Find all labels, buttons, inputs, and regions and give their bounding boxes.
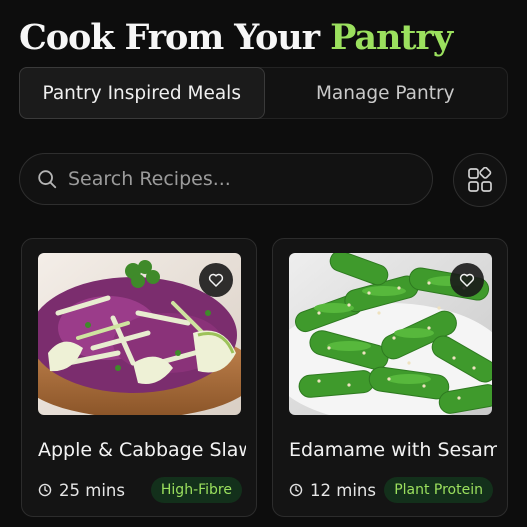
recipe-card[interactable]: Apple & Cabbage Slaw 25 mins High-Fibre <box>21 238 257 517</box>
clock-icon <box>38 483 52 497</box>
tab-bar: Pantry Inspired Meals Manage Pantry <box>19 67 508 119</box>
recipe-tag: High-Fibre <box>150 477 242 503</box>
clock-icon <box>289 483 303 497</box>
recipe-meta: 12 mins Plant Protein <box>289 476 493 504</box>
recipe-tag: Plant Protein <box>384 477 493 503</box>
search-input[interactable] <box>68 168 388 190</box>
heart-icon <box>208 273 224 287</box>
page-title-main: Cook From Your <box>19 17 331 58</box>
recipe-time-label: 12 mins <box>310 480 376 500</box>
search-bar[interactable] <box>19 153 433 205</box>
recipe-meta: 25 mins High-Fibre <box>38 476 242 504</box>
recipe-time: 25 mins <box>38 481 125 500</box>
heart-icon <box>459 273 475 287</box>
recipe-name: Apple & Cabbage Slaw <box>38 439 246 461</box>
tab-pantry-inspired-meals[interactable]: Pantry Inspired Meals <box>19 67 265 119</box>
recipe-card[interactable]: Edamame with Sesam.. 12 mins Plant Prote… <box>272 238 508 517</box>
favorite-button[interactable] <box>199 263 233 297</box>
recipe-photo-edamame <box>289 253 492 415</box>
grid-view-button[interactable] <box>453 153 507 207</box>
recipe-time: 12 mins <box>289 481 376 500</box>
tab-manage-pantry[interactable]: Manage Pantry <box>264 68 508 118</box>
page-title-accent: Pantry <box>330 17 453 58</box>
search-icon <box>38 170 57 189</box>
recipe-name: Edamame with Sesam.. <box>289 439 497 461</box>
page-title: Cook From Your Pantry <box>19 14 453 62</box>
recipe-time-label: 25 mins <box>59 480 125 500</box>
favorite-button[interactable] <box>450 263 484 297</box>
recipe-photo-apple-cabbage-slaw <box>38 253 241 415</box>
grid-icon <box>468 167 492 192</box>
